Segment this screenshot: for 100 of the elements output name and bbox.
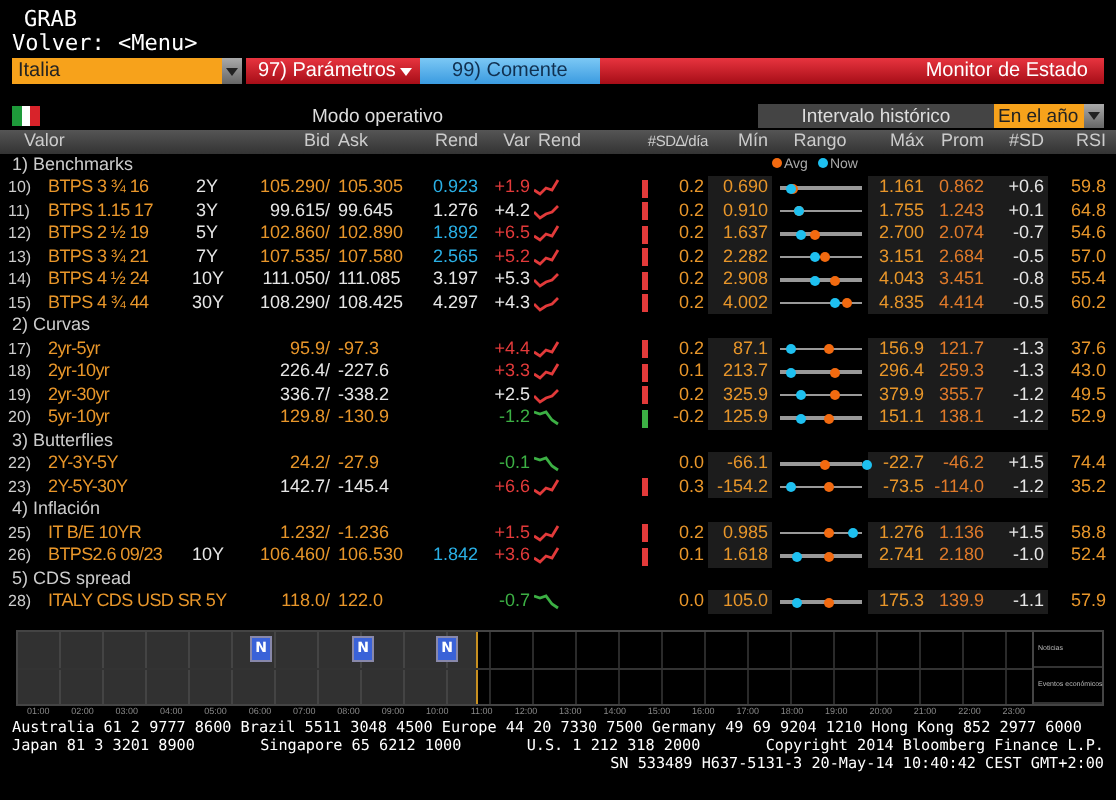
column-header[interactable]: Rango: [772, 130, 868, 153]
security-name[interactable]: 2yr-10yr: [48, 360, 222, 383]
rsi-cell-text: 60.2: [1068, 291, 1108, 314]
min-cell: 2.282: [708, 245, 772, 268]
column-header[interactable]: Máx: [868, 130, 928, 153]
ask-cell-text: -27.9: [336, 452, 382, 475]
row-number[interactable]: 28): [8, 590, 48, 613]
security-name[interactable]: BTPS 4 ¾ 44: [48, 291, 192, 314]
row-number[interactable]: 11): [8, 199, 48, 222]
section-header[interactable]: 2) Curvas: [8, 314, 638, 337]
row-number[interactable]: 12): [8, 222, 48, 245]
row-number[interactable]: 18): [8, 360, 48, 383]
security-name[interactable]: BTPS 1.15 17: [48, 199, 192, 222]
caret-icon: [399, 67, 412, 75]
parameters-button[interactable]: 97) Parámetros: [246, 58, 420, 84]
max-cell: 379.9: [868, 383, 928, 406]
min-cell: 0.910: [708, 199, 772, 222]
bid-cell-text: 106.460/: [257, 544, 332, 567]
max-cell: 3.151: [868, 245, 928, 268]
dropdown-button[interactable]: [222, 58, 242, 84]
security-name[interactable]: 2yr-30yr: [48, 383, 222, 406]
bid-cell-text: 129.8/: [277, 406, 332, 429]
row-number[interactable]: 26): [8, 544, 48, 567]
security-name[interactable]: BTPS2.6 09/23: [48, 544, 192, 567]
column-header[interactable]: Bid: [222, 130, 334, 153]
ask-cell-text: 102.890: [336, 222, 406, 245]
column-header[interactable]: Prom: [928, 130, 988, 153]
security-name[interactable]: 5yr-10yr: [48, 406, 222, 429]
row-number[interactable]: 10): [8, 176, 48, 199]
min-cell: 125.9: [708, 406, 772, 429]
sd-cell: -0.7: [988, 222, 1048, 245]
row-number[interactable]: 23): [8, 475, 48, 498]
average-cell: -114.0: [928, 475, 988, 498]
mode-label: Modo operativo: [312, 105, 443, 127]
max-cell: 1.276: [868, 521, 928, 544]
section-header[interactable]: 5) CDS spread: [8, 567, 638, 590]
max-cell: 156.9: [868, 337, 928, 360]
change-cell-text: +4.2: [492, 199, 532, 222]
rsi-cell-text: 58.8: [1068, 521, 1108, 544]
row-number[interactable]: 17): [8, 337, 48, 360]
column-header[interactable]: Ask: [334, 130, 418, 153]
average-cell: 1.136: [928, 521, 988, 544]
row-number[interactable]: 25): [8, 521, 48, 544]
row-number[interactable]: 13): [8, 245, 48, 268]
sd-day-cell-text: 0.0: [676, 590, 706, 613]
sparkline-icon: [534, 224, 560, 242]
section-header[interactable]: 4) Inflación: [8, 498, 638, 521]
sd-day-cell-text: 0.2: [676, 199, 706, 222]
security-name[interactable]: 2Y-3Y-5Y: [48, 452, 222, 475]
column-header[interactable]: Rend: [418, 130, 482, 153]
tenor-cell-text: 7Y: [193, 245, 220, 268]
column-header[interactable]: Var: [482, 130, 534, 153]
max-cell: 296.4: [868, 360, 928, 383]
comment-button[interactable]: 99) Comente: [419, 58, 600, 84]
security-name[interactable]: BTPS 4 ½ 24: [48, 268, 192, 291]
column-header[interactable]: Rend: [534, 130, 638, 153]
column-header[interactable]: Valor: [8, 130, 222, 153]
min-cell: -154.2: [708, 475, 772, 498]
sparkline-icon: [534, 592, 560, 610]
column-header[interactable]: RSI: [1048, 130, 1110, 153]
rsi-cell-text: 57.9: [1068, 590, 1108, 613]
row-number[interactable]: 22): [8, 452, 48, 475]
max-cell: 1.755: [868, 199, 928, 222]
tenor-cell: 30Y: [192, 291, 222, 314]
row-number[interactable]: 15): [8, 291, 48, 314]
sd-day-cell-text: 0.1: [676, 544, 706, 567]
period-dropdown[interactable]: En el año: [994, 104, 1084, 128]
interval-button[interactable]: Intervalo histórico: [758, 104, 994, 128]
rsi-cell-text: 54.6: [1068, 222, 1108, 245]
flag-icon: [12, 106, 40, 126]
sparkline-icon: [534, 293, 560, 311]
average-cell: 3.451: [928, 268, 988, 291]
security-name[interactable]: BTPS 3 ¾ 16: [48, 176, 192, 199]
country-field[interactable]: Italia: [12, 58, 222, 84]
column-header[interactable]: Mín: [708, 130, 772, 153]
section-header[interactable]: 3) Butterflies: [8, 429, 638, 452]
back-link[interactable]: Volver: <Menu>: [12, 32, 1116, 56]
row-number[interactable]: 19): [8, 383, 48, 406]
security-name[interactable]: 2Y-5Y-30Y: [48, 475, 222, 498]
sd-cell: +1.5: [988, 521, 1048, 544]
bid-cell-text: 105.290/: [257, 176, 332, 199]
change-cell-text: +6.5: [492, 222, 532, 245]
security-name[interactable]: BTPS 3 ¾ 21: [48, 245, 192, 268]
min-cell: 1.618: [708, 544, 772, 567]
ask-cell-text: 107.580: [336, 245, 406, 268]
change-cell-text: +1.5: [492, 521, 532, 544]
row-number[interactable]: 20): [8, 406, 48, 429]
bid-cell-text: 95.9/: [287, 337, 332, 360]
security-name[interactable]: ITALY CDS USD SR 5Y: [48, 590, 222, 613]
rsi-cell-text: 52.9: [1068, 406, 1108, 429]
sd-cell: -1.2: [988, 406, 1048, 429]
row-number[interactable]: 14): [8, 268, 48, 291]
ask-cell-text: -145.4: [336, 475, 392, 498]
security-name[interactable]: 2yr-5yr: [48, 337, 222, 360]
security-name[interactable]: BTPS 2 ½ 19: [48, 222, 192, 245]
bid-cell-text: 111.050/: [260, 268, 332, 291]
dropdown-button[interactable]: [1084, 104, 1104, 128]
section-header[interactable]: 1) Benchmarks: [8, 153, 638, 176]
column-header[interactable]: #SD: [988, 130, 1048, 153]
security-name[interactable]: IT B/E 10YR: [48, 521, 222, 544]
